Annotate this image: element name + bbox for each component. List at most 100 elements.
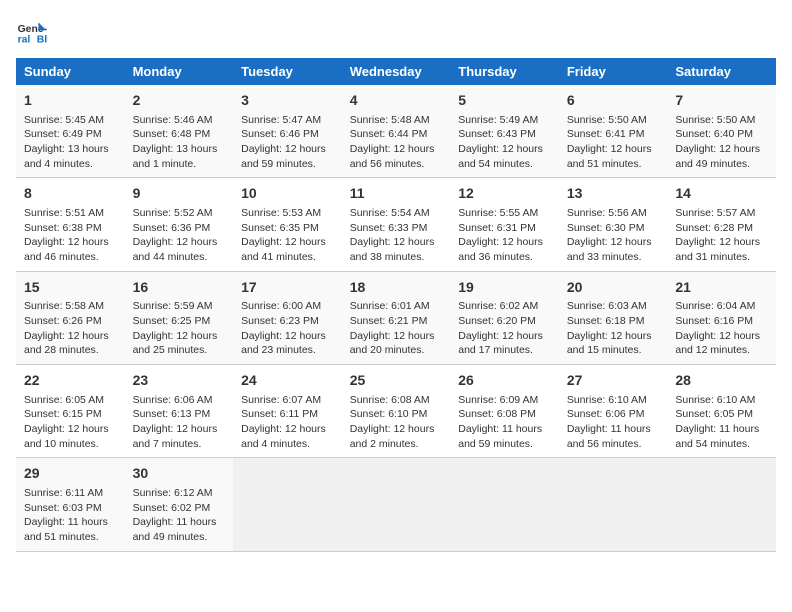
day-info: Sunrise: 6:08 AM Sunset: 6:10 PM Dayligh… [350, 393, 443, 452]
day-number: 22 [24, 371, 117, 391]
logo: Gene- ral Blue [16, 16, 52, 48]
calendar-table: SundayMondayTuesdayWednesdayThursdayFrid… [16, 58, 776, 552]
day-info: Sunrise: 6:10 AM Sunset: 6:06 PM Dayligh… [567, 393, 660, 452]
day-info: Sunrise: 6:10 AM Sunset: 6:05 PM Dayligh… [675, 393, 768, 452]
day-info: Sunrise: 5:51 AM Sunset: 6:38 PM Dayligh… [24, 206, 117, 265]
day-info: Sunrise: 6:01 AM Sunset: 6:21 PM Dayligh… [350, 299, 443, 358]
day-info: Sunrise: 5:50 AM Sunset: 6:41 PM Dayligh… [567, 113, 660, 172]
day-info: Sunrise: 5:47 AM Sunset: 6:46 PM Dayligh… [241, 113, 334, 172]
day-info: Sunrise: 5:55 AM Sunset: 6:31 PM Dayligh… [458, 206, 551, 265]
calendar-week-row: 29Sunrise: 6:11 AM Sunset: 6:03 PM Dayli… [16, 458, 776, 551]
calendar-cell: 7Sunrise: 5:50 AM Sunset: 6:40 PM Daylig… [667, 85, 776, 178]
calendar-cell: 9Sunrise: 5:52 AM Sunset: 6:36 PM Daylig… [125, 178, 234, 271]
day-info: Sunrise: 5:46 AM Sunset: 6:48 PM Dayligh… [133, 113, 226, 172]
svg-text:ral: ral [18, 34, 31, 45]
calendar-cell: 25Sunrise: 6:08 AM Sunset: 6:10 PM Dayli… [342, 365, 451, 458]
day-number: 4 [350, 91, 443, 111]
col-header-friday: Friday [559, 58, 668, 85]
day-info: Sunrise: 6:06 AM Sunset: 6:13 PM Dayligh… [133, 393, 226, 452]
day-number: 3 [241, 91, 334, 111]
day-number: 10 [241, 184, 334, 204]
day-info: Sunrise: 5:57 AM Sunset: 6:28 PM Dayligh… [675, 206, 768, 265]
calendar-cell [342, 458, 451, 551]
calendar-week-row: 1Sunrise: 5:45 AM Sunset: 6:49 PM Daylig… [16, 85, 776, 178]
day-info: Sunrise: 6:09 AM Sunset: 6:08 PM Dayligh… [458, 393, 551, 452]
calendar-week-row: 15Sunrise: 5:58 AM Sunset: 6:26 PM Dayli… [16, 271, 776, 364]
calendar-cell: 14Sunrise: 5:57 AM Sunset: 6:28 PM Dayli… [667, 178, 776, 271]
day-info: Sunrise: 5:52 AM Sunset: 6:36 PM Dayligh… [133, 206, 226, 265]
day-info: Sunrise: 5:45 AM Sunset: 6:49 PM Dayligh… [24, 113, 117, 172]
calendar-cell [559, 458, 668, 551]
day-number: 30 [133, 464, 226, 484]
day-number: 21 [675, 278, 768, 298]
col-header-thursday: Thursday [450, 58, 559, 85]
day-number: 12 [458, 184, 551, 204]
day-number: 8 [24, 184, 117, 204]
day-number: 17 [241, 278, 334, 298]
calendar-cell: 22Sunrise: 6:05 AM Sunset: 6:15 PM Dayli… [16, 365, 125, 458]
calendar-cell: 13Sunrise: 5:56 AM Sunset: 6:30 PM Dayli… [559, 178, 668, 271]
day-info: Sunrise: 6:02 AM Sunset: 6:20 PM Dayligh… [458, 299, 551, 358]
day-info: Sunrise: 5:53 AM Sunset: 6:35 PM Dayligh… [241, 206, 334, 265]
day-number: 24 [241, 371, 334, 391]
day-number: 19 [458, 278, 551, 298]
col-header-sunday: Sunday [16, 58, 125, 85]
calendar-cell: 4Sunrise: 5:48 AM Sunset: 6:44 PM Daylig… [342, 85, 451, 178]
day-info: Sunrise: 6:04 AM Sunset: 6:16 PM Dayligh… [675, 299, 768, 358]
day-info: Sunrise: 5:48 AM Sunset: 6:44 PM Dayligh… [350, 113, 443, 172]
day-number: 28 [675, 371, 768, 391]
day-info: Sunrise: 5:54 AM Sunset: 6:33 PM Dayligh… [350, 206, 443, 265]
svg-text:Blue: Blue [37, 34, 48, 45]
calendar-cell: 30Sunrise: 6:12 AM Sunset: 6:02 PM Dayli… [125, 458, 234, 551]
calendar-cell: 15Sunrise: 5:58 AM Sunset: 6:26 PM Dayli… [16, 271, 125, 364]
calendar-cell: 20Sunrise: 6:03 AM Sunset: 6:18 PM Dayli… [559, 271, 668, 364]
calendar-cell: 18Sunrise: 6:01 AM Sunset: 6:21 PM Dayli… [342, 271, 451, 364]
calendar-week-row: 8Sunrise: 5:51 AM Sunset: 6:38 PM Daylig… [16, 178, 776, 271]
day-number: 7 [675, 91, 768, 111]
day-number: 16 [133, 278, 226, 298]
calendar-cell: 8Sunrise: 5:51 AM Sunset: 6:38 PM Daylig… [16, 178, 125, 271]
day-number: 23 [133, 371, 226, 391]
col-header-wednesday: Wednesday [342, 58, 451, 85]
calendar-cell [233, 458, 342, 551]
calendar-cell: 24Sunrise: 6:07 AM Sunset: 6:11 PM Dayli… [233, 365, 342, 458]
col-header-monday: Monday [125, 58, 234, 85]
day-info: Sunrise: 6:05 AM Sunset: 6:15 PM Dayligh… [24, 393, 117, 452]
calendar-cell: 23Sunrise: 6:06 AM Sunset: 6:13 PM Dayli… [125, 365, 234, 458]
calendar-cell: 17Sunrise: 6:00 AM Sunset: 6:23 PM Dayli… [233, 271, 342, 364]
day-number: 11 [350, 184, 443, 204]
day-number: 27 [567, 371, 660, 391]
calendar-cell: 16Sunrise: 5:59 AM Sunset: 6:25 PM Dayli… [125, 271, 234, 364]
day-info: Sunrise: 5:58 AM Sunset: 6:26 PM Dayligh… [24, 299, 117, 358]
day-number: 13 [567, 184, 660, 204]
day-info: Sunrise: 5:50 AM Sunset: 6:40 PM Dayligh… [675, 113, 768, 172]
col-header-tuesday: Tuesday [233, 58, 342, 85]
day-number: 25 [350, 371, 443, 391]
calendar-cell [667, 458, 776, 551]
day-info: Sunrise: 6:00 AM Sunset: 6:23 PM Dayligh… [241, 299, 334, 358]
day-info: Sunrise: 6:11 AM Sunset: 6:03 PM Dayligh… [24, 486, 117, 545]
day-number: 15 [24, 278, 117, 298]
calendar-cell: 27Sunrise: 6:10 AM Sunset: 6:06 PM Dayli… [559, 365, 668, 458]
day-number: 20 [567, 278, 660, 298]
day-number: 6 [567, 91, 660, 111]
page-header: Gene- ral Blue [16, 16, 776, 48]
calendar-cell: 10Sunrise: 5:53 AM Sunset: 6:35 PM Dayli… [233, 178, 342, 271]
day-info: Sunrise: 5:59 AM Sunset: 6:25 PM Dayligh… [133, 299, 226, 358]
calendar-week-row: 22Sunrise: 6:05 AM Sunset: 6:15 PM Dayli… [16, 365, 776, 458]
calendar-cell: 6Sunrise: 5:50 AM Sunset: 6:41 PM Daylig… [559, 85, 668, 178]
calendar-cell: 2Sunrise: 5:46 AM Sunset: 6:48 PM Daylig… [125, 85, 234, 178]
calendar-cell: 21Sunrise: 6:04 AM Sunset: 6:16 PM Dayli… [667, 271, 776, 364]
calendar-cell: 29Sunrise: 6:11 AM Sunset: 6:03 PM Dayli… [16, 458, 125, 551]
calendar-cell: 11Sunrise: 5:54 AM Sunset: 6:33 PM Dayli… [342, 178, 451, 271]
day-number: 26 [458, 371, 551, 391]
calendar-cell: 26Sunrise: 6:09 AM Sunset: 6:08 PM Dayli… [450, 365, 559, 458]
calendar-cell: 3Sunrise: 5:47 AM Sunset: 6:46 PM Daylig… [233, 85, 342, 178]
calendar-cell: 1Sunrise: 5:45 AM Sunset: 6:49 PM Daylig… [16, 85, 125, 178]
calendar-cell: 19Sunrise: 6:02 AM Sunset: 6:20 PM Dayli… [450, 271, 559, 364]
logo-icon: Gene- ral Blue [16, 16, 48, 48]
day-info: Sunrise: 6:12 AM Sunset: 6:02 PM Dayligh… [133, 486, 226, 545]
day-number: 1 [24, 91, 117, 111]
calendar-cell: 12Sunrise: 5:55 AM Sunset: 6:31 PM Dayli… [450, 178, 559, 271]
day-number: 14 [675, 184, 768, 204]
